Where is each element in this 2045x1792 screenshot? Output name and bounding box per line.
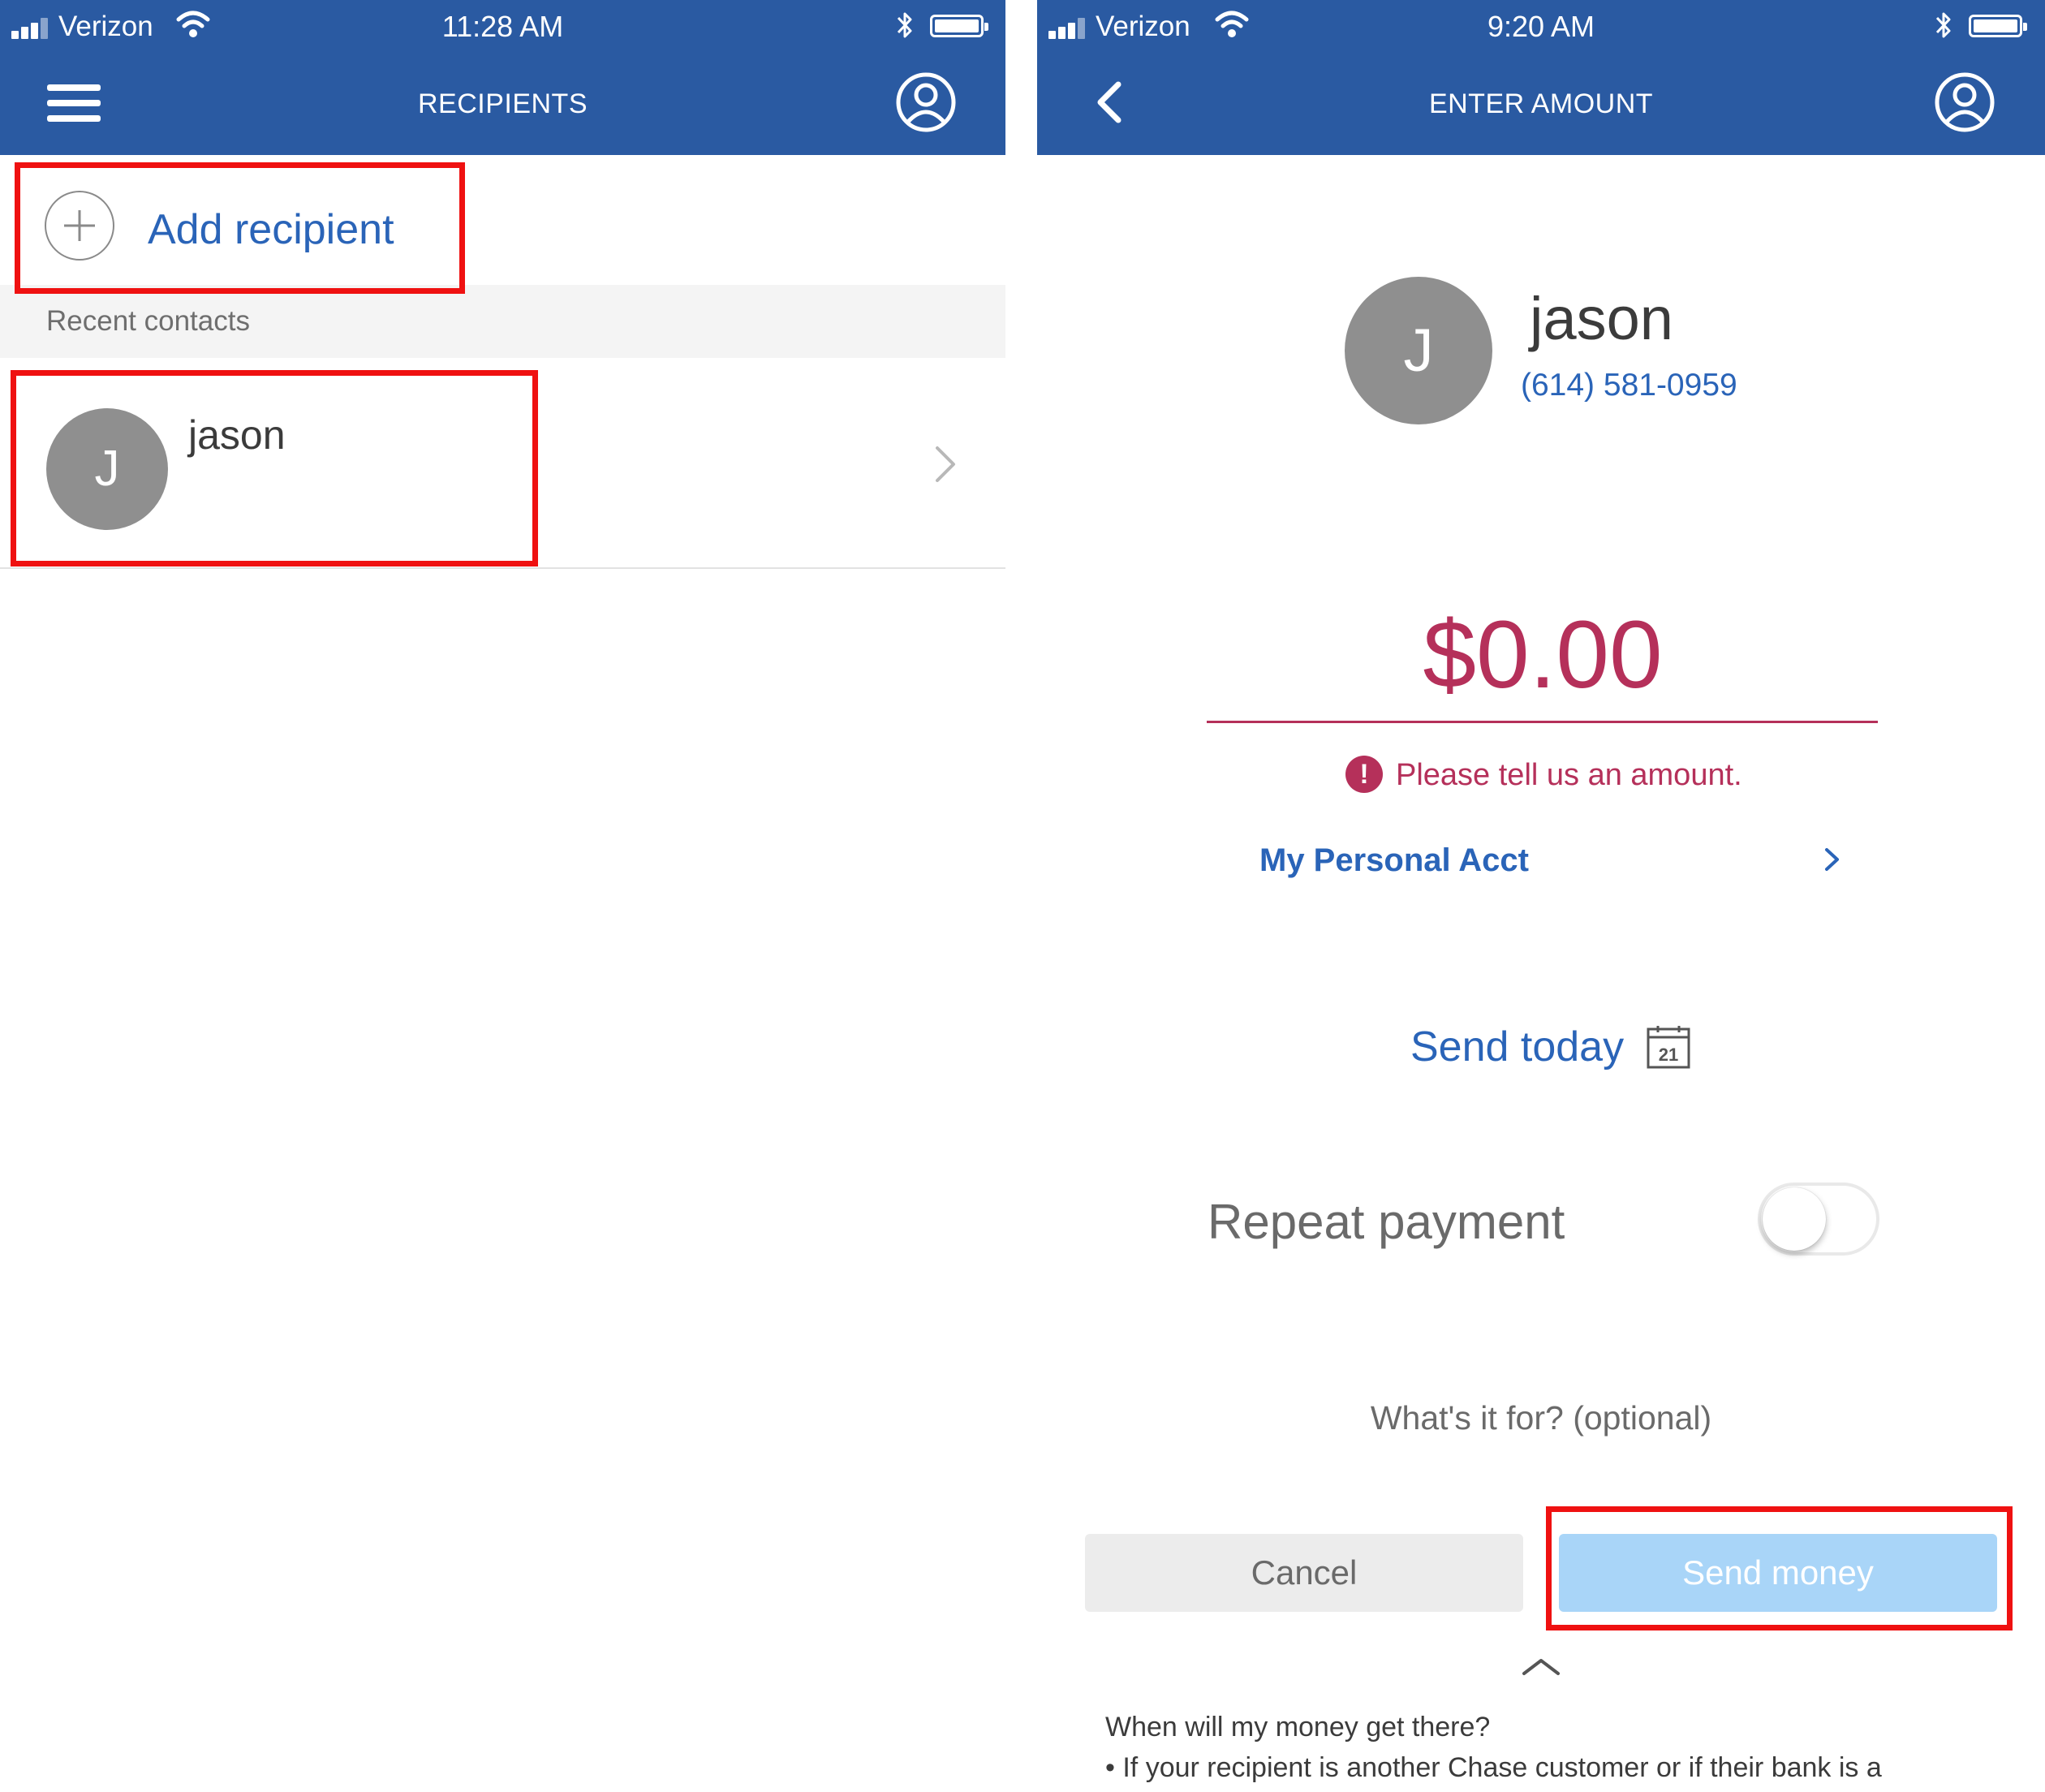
battery-icon bbox=[1969, 15, 2027, 37]
amount-input[interactable]: $0.00 bbox=[1208, 601, 1878, 709]
account-selector[interactable]: My Personal Acct bbox=[1259, 838, 1844, 887]
repeat-payment-label: Repeat payment bbox=[1208, 1195, 1565, 1249]
account-label: My Personal Acct bbox=[1259, 842, 1529, 878]
amount-error-message: Please tell us an amount. bbox=[1396, 758, 1742, 792]
error-icon: ! bbox=[1345, 756, 1383, 793]
page-title: RECIPIENTS bbox=[417, 88, 588, 119]
faq-answer: • If your recipient is another Chase cus… bbox=[1105, 1752, 1882, 1783]
bluetooth-icon bbox=[897, 12, 912, 38]
recipients-screen: Verizon 11:28 AM RECIPIENTS Add recipien… bbox=[0, 0, 1005, 1792]
amount-underline bbox=[1207, 721, 1878, 723]
recent-contacts-header: Recent contacts bbox=[0, 285, 1005, 358]
profile-icon[interactable] bbox=[895, 71, 957, 133]
recipient-phone[interactable]: (614) 581-0959 bbox=[1521, 365, 1737, 406]
highlight-box-contact bbox=[11, 370, 538, 566]
screen-divider bbox=[1005, 0, 1037, 1792]
toggle-knob bbox=[1763, 1187, 1826, 1251]
enter-amount-screen: Verizon 9:20 AM ENTER AMOUNT J jason (61… bbox=[1037, 0, 2045, 1792]
avatar: J bbox=[1345, 277, 1492, 424]
profile-icon[interactable] bbox=[1934, 71, 1995, 133]
memo-input[interactable]: What's it for? (optional) bbox=[1037, 1396, 2045, 1440]
app-header: Verizon 9:20 AM ENTER AMOUNT bbox=[1037, 0, 2045, 155]
repeat-payment-toggle[interactable] bbox=[1758, 1182, 1879, 1256]
cancel-button[interactable]: Cancel bbox=[1085, 1534, 1523, 1612]
recent-contacts-label: Recent contacts bbox=[46, 305, 250, 337]
page-title: ENTER AMOUNT bbox=[1428, 88, 1654, 119]
chevron-right-icon bbox=[1825, 848, 1839, 871]
highlight-box-add-recipient bbox=[15, 162, 465, 294]
send-date-selector[interactable]: Send today bbox=[1410, 1020, 1624, 1074]
status-time: 11:28 AM bbox=[441, 10, 564, 43]
battery-icon bbox=[930, 15, 988, 37]
chevron-up-icon[interactable] bbox=[1521, 1656, 1561, 1677]
faq-question: When will my money get there? bbox=[1105, 1712, 1491, 1742]
calendar-icon[interactable]: 21 bbox=[1646, 1024, 1691, 1070]
recipient-name: jason bbox=[1530, 285, 1673, 352]
status-time: 9:20 AM bbox=[1487, 10, 1595, 43]
chevron-right-icon bbox=[936, 446, 955, 482]
bluetooth-icon bbox=[1935, 12, 1951, 38]
highlight-box-send-money bbox=[1546, 1506, 2013, 1630]
calendar-day: 21 bbox=[1659, 1045, 1678, 1065]
app-header: Verizon 11:28 AM RECIPIENTS bbox=[0, 0, 1005, 155]
